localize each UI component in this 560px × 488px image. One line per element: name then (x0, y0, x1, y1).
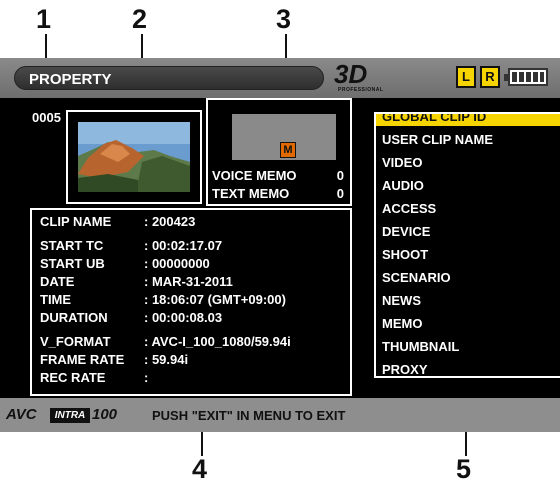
info-value-start-ub: : 00000000 (144, 256, 210, 271)
info-label-date: DATE (40, 274, 75, 289)
camera-lcd-screen: PROPERTY 3D PROFESSIONAL L R 0005 M VOIC… (0, 58, 560, 432)
menu-item-audio[interactable]: AUDIO (382, 178, 560, 193)
memo-marker-icon: M (280, 142, 296, 158)
3d-logo-subtext: PROFESSIONAL (338, 87, 384, 93)
property-menu-list: GLOBAL CLIP ID USER CLIP NAME VIDEO AUDI… (374, 112, 560, 378)
avc-logo-text: AVC (6, 406, 37, 423)
exit-instruction: PUSH "EXIT" IN MENU TO EXIT (152, 408, 346, 423)
text-memo-label: TEXT MEMO (212, 186, 290, 201)
voice-memo-label: VOICE MEMO (212, 168, 297, 183)
text-memo-count: 0 (336, 186, 344, 201)
menu-item-news[interactable]: NEWS (382, 293, 560, 308)
info-label-duration: DURATION (40, 310, 108, 325)
menu-item-global-clip-id[interactable]: GLOBAL CLIP ID (376, 114, 560, 126)
voice-memo-count: 0 (336, 168, 344, 183)
menu-item-memo[interactable]: MEMO (382, 316, 560, 331)
menu-item-shoot[interactable]: SHOOT (382, 247, 560, 262)
callout-5: 5 (456, 454, 472, 484)
menu-item-video[interactable]: VIDEO (382, 155, 560, 170)
battery-cells (512, 72, 544, 82)
menu-item-thumbnail[interactable]: THUMBNAIL (382, 339, 560, 354)
clip-number: 0005 (32, 110, 61, 125)
channel-left-indicator: L (456, 66, 476, 88)
callout-1: 1 (36, 4, 52, 34)
battery-icon (504, 68, 548, 86)
info-label-frame-rate: FRAME RATE (40, 352, 125, 367)
memo-preview-area: M (232, 114, 336, 160)
info-value-time: : 18:06:07 (GMT+09:00) (144, 292, 286, 307)
info-value-start-tc: : 00:02:17.07 (144, 238, 223, 253)
callout-2: 2 (132, 4, 148, 34)
3d-logo-text: 3D (334, 59, 368, 89)
info-value-v-format: : AVC-I_100_1080/59.94i (144, 334, 291, 349)
clip-info-panel: CLIP NAME : 200423 START TC : 00:02:17.0… (30, 208, 352, 396)
codec-number: 100 (92, 406, 118, 423)
landscape-thumbnail-icon (78, 122, 190, 192)
info-label-time: TIME (40, 292, 72, 307)
3d-logo: 3D PROFESSIONAL (332, 59, 384, 95)
menu-item-access[interactable]: ACCESS (382, 201, 560, 216)
callout-3: 3 (276, 4, 292, 34)
page-title: PROPERTY (29, 71, 112, 88)
info-value-date: : MAR-31-2011 (144, 274, 233, 289)
footer-bar: AVC INTRA 100 PUSH "EXIT" IN MENU TO EXI… (0, 398, 560, 432)
battery-nub (504, 74, 509, 81)
intra-logo-badge: INTRA (50, 408, 90, 423)
info-value-duration: : 00:00:08.03 (144, 310, 223, 325)
info-label-clip-name: CLIP NAME (40, 214, 112, 229)
callout-4: 4 (192, 454, 208, 484)
channel-right-indicator: R (480, 66, 500, 88)
voice-memo-row: VOICE MEMO 0 (212, 168, 348, 183)
info-label-v-format: V_FORMAT (40, 334, 111, 349)
memo-panel[interactable]: M VOICE MEMO 0 TEXT MEMO 0 (206, 98, 352, 206)
text-memo-row: TEXT MEMO 0 (212, 186, 348, 201)
property-title-bar: PROPERTY (14, 66, 324, 90)
info-value-frame-rate: : 59.94i (144, 352, 189, 367)
menu-item-scenario[interactable]: SCENARIO (382, 270, 560, 285)
thumbnail-frame[interactable] (66, 110, 202, 204)
info-label-rec-rate: REC RATE (40, 370, 106, 385)
info-label-start-ub: START UB (40, 256, 105, 271)
info-value-clip-name: : 200423 (144, 214, 196, 229)
menu-item-device[interactable]: DEVICE (382, 224, 560, 239)
top-bar: PROPERTY 3D PROFESSIONAL L R (0, 58, 560, 98)
menu-item-user-clip-name[interactable]: USER CLIP NAME (382, 132, 560, 147)
clip-thumbnail-image (78, 122, 190, 192)
info-label-start-tc: START TC (40, 238, 104, 253)
info-value-rec-rate: : (144, 370, 149, 385)
menu-item-proxy[interactable]: PROXY (382, 362, 560, 376)
